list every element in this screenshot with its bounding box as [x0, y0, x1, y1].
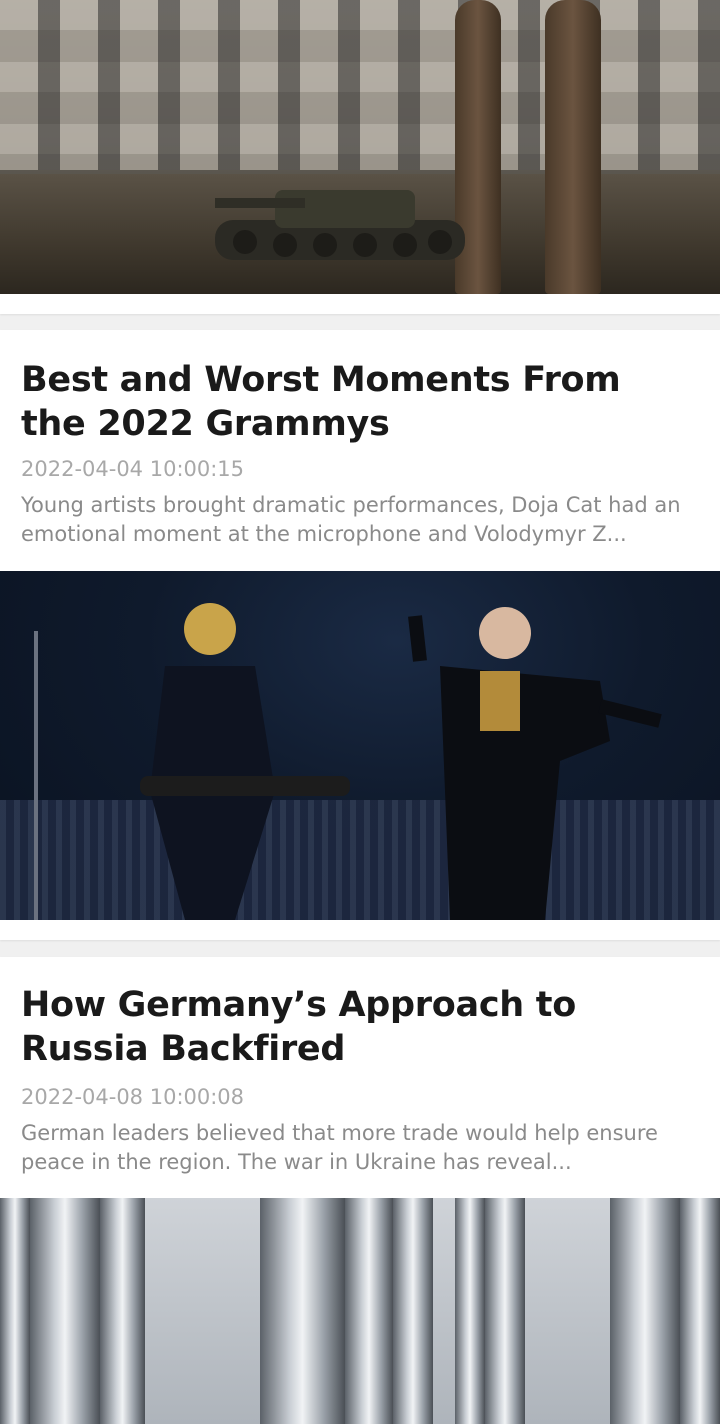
article-image[interactable]	[0, 571, 720, 920]
tank-graphic	[215, 190, 465, 260]
article-title[interactable]: Best and Worst Moments From the 2022 Gra…	[21, 358, 696, 446]
performers-graphic	[34, 603, 662, 920]
article-image[interactable]	[0, 0, 720, 294]
article-card[interactable]: How Germany’s Approach to Russia Backfir…	[0, 957, 720, 1424]
article-card[interactable]	[0, 0, 720, 314]
article-card[interactable]: Best and Worst Moments From the 2022 Gra…	[0, 330, 720, 940]
article-summary: Young artists brought dramatic performan…	[21, 493, 681, 546]
article-title[interactable]: How Germany’s Approach to Russia Backfir…	[21, 983, 696, 1071]
article-date: 2022-04-04 10:00:15	[21, 457, 245, 481]
article-image[interactable]	[0, 1198, 720, 1424]
article-date: 2022-04-08 10:00:08	[21, 1085, 245, 1109]
news-feed: Best and Worst Moments From the 2022 Gra…	[0, 0, 720, 1424]
article-summary: German leaders believed that more trade …	[21, 1121, 658, 1174]
